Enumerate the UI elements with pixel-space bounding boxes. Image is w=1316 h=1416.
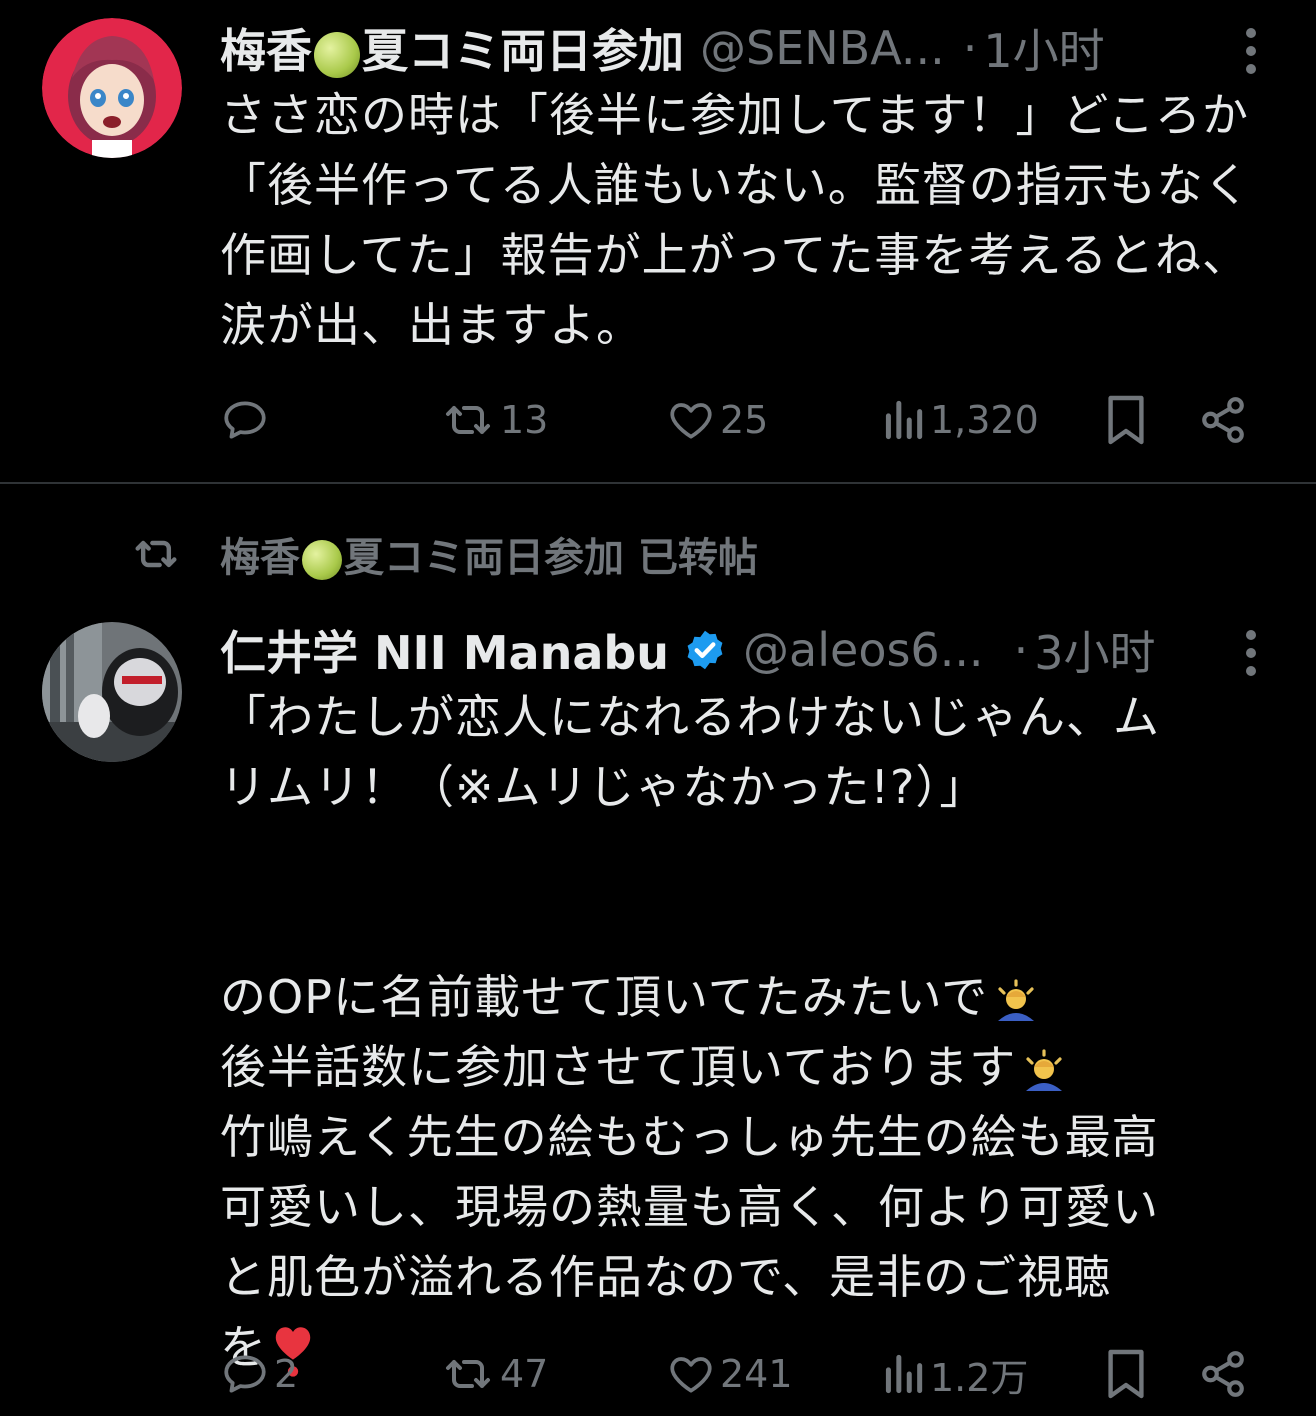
action-bar: 13 25 1,320 [0, 390, 1316, 450]
views-count: 1.2万 [930, 1355, 1029, 1400]
reply-button[interactable]: 2 [220, 1344, 298, 1404]
bookmark-icon [1108, 395, 1144, 445]
user-handle[interactable]: @aleos6... [743, 623, 984, 677]
tweet-header: 仁井学 NII Manabu @aleos6... · 3小时 [220, 622, 1256, 680]
retweet-banner[interactable]: 梅香 夏コミ両日参加 已转帖 [128, 526, 758, 582]
share-icon [1202, 397, 1244, 443]
text-line-content: のOPに名前載せて頂いてたみたいで [220, 970, 989, 1024]
views-icon [885, 1354, 923, 1394]
reply-icon [224, 1355, 266, 1393]
views-icon [885, 400, 923, 440]
text-line: と肌色が溢れる作品なので、是非のご視聴 [220, 1250, 1112, 1304]
share-icon [1202, 1351, 1244, 1397]
reply-count: 2 [274, 1352, 299, 1396]
timestamp[interactable]: 3小时 [1034, 617, 1155, 683]
views-button[interactable]: 1,320 [880, 390, 1039, 450]
retweet-count: 13 [500, 398, 549, 442]
user-handle[interactable]: @SENBA... [700, 21, 945, 75]
text-line: 可愛いし、現場の熱量も高く、何より可愛い [220, 1180, 1160, 1234]
text-line-content: 後半話数に参加させて頂いております [220, 1040, 1017, 1094]
tweet-divider [0, 482, 1316, 484]
display-name-prefix: 梅香 [220, 24, 312, 78]
tweet-1[interactable]: 梅香 夏コミ両日参加 @SENBA... · 1小时 ささ恋の時は「後半に参加して… [0, 0, 1316, 482]
tweet-2[interactable]: 仁井学 NII Manabu @aleos6... · 3小时 「わたしが恋人に… [0, 600, 1316, 1416]
avatar-image-photo [42, 622, 182, 762]
tweet-text: ささ恋の時は「後半に参加してます！」どころか「後半作ってる人誰もいない。監督の指… [220, 88, 1251, 352]
retweet-icon [446, 1360, 490, 1388]
share-button[interactable] [1198, 390, 1248, 450]
bookmark-button[interactable] [1104, 390, 1148, 450]
avatar-image-anime-girl [42, 18, 182, 158]
retweet-count: 47 [500, 1352, 549, 1396]
bowing-person-emoji [1026, 1048, 1063, 1091]
text-line: のOPに名前載せて頂いてたみたいで [220, 962, 1280, 1032]
retweet-button[interactable]: 47 [440, 1344, 548, 1404]
share-button[interactable] [1198, 1344, 1248, 1404]
avatar[interactable] [42, 622, 182, 762]
views-button[interactable]: 1.2万 [880, 1344, 1028, 1404]
more-icon[interactable] [1246, 28, 1258, 74]
retweet-icon [446, 406, 490, 434]
separator-dot: · [962, 21, 978, 75]
retweet-label: 已转帖 [637, 535, 758, 581]
retweet-icon [135, 540, 177, 568]
reply-icon [224, 401, 266, 439]
reply-button[interactable] [220, 390, 274, 450]
separator-dot: · [1013, 623, 1029, 677]
text-line: リムリ！（※ムリじゃなかった!?）」 [220, 760, 987, 814]
display-name[interactable]: 梅香 夏コミ両日参加 [220, 15, 684, 81]
heart-icon [670, 403, 712, 439]
action-bar: 2 47 241 1.2万 [0, 1344, 1316, 1404]
retweet-button[interactable]: 13 [440, 390, 548, 450]
tweet-header: 梅香 夏コミ両日参加 @SENBA... · 1小时 [220, 20, 1256, 78]
like-count: 241 [720, 1352, 793, 1396]
display-name[interactable]: 仁井学 NII Manabu [220, 617, 669, 683]
text-line: 竹嶋えく先生の絵もむっしゅ先生の絵も最高 [220, 1110, 1159, 1164]
melon-emoji [314, 31, 360, 78]
like-count: 25 [720, 398, 769, 442]
bookmark-icon [1108, 1349, 1144, 1399]
retweeter-name-suffix: 夏コミ両日参加 [344, 535, 624, 581]
heart-icon [670, 1357, 712, 1393]
tweet-text: 「わたしが恋人になれるわけないじゃん、ム リムリ！（※ムリじゃなかった!?）」 … [220, 682, 1280, 1382]
bookmark-button[interactable] [1104, 1344, 1148, 1404]
more-icon[interactable] [1246, 630, 1258, 676]
avatar[interactable] [42, 18, 182, 158]
like-button[interactable]: 241 [666, 1344, 793, 1404]
like-button[interactable]: 25 [666, 390, 768, 450]
views-count: 1,320 [930, 398, 1039, 442]
verified-badge-icon [687, 630, 723, 670]
timestamp[interactable]: 1小时 [983, 15, 1104, 81]
melon-emoji [302, 540, 342, 580]
text-line: 後半話数に参加させて頂いております [220, 1032, 1280, 1102]
text-line: 「わたしが恋人になれるわけないじゃん、ム [220, 690, 1160, 744]
retweeter-name: 梅香 夏コミ両日参加 已转帖 [220, 525, 758, 583]
bowing-person-emoji [998, 978, 1035, 1021]
display-name-suffix: 夏コミ両日参加 [362, 24, 684, 78]
retweeter-name-prefix: 梅香 [220, 535, 300, 581]
